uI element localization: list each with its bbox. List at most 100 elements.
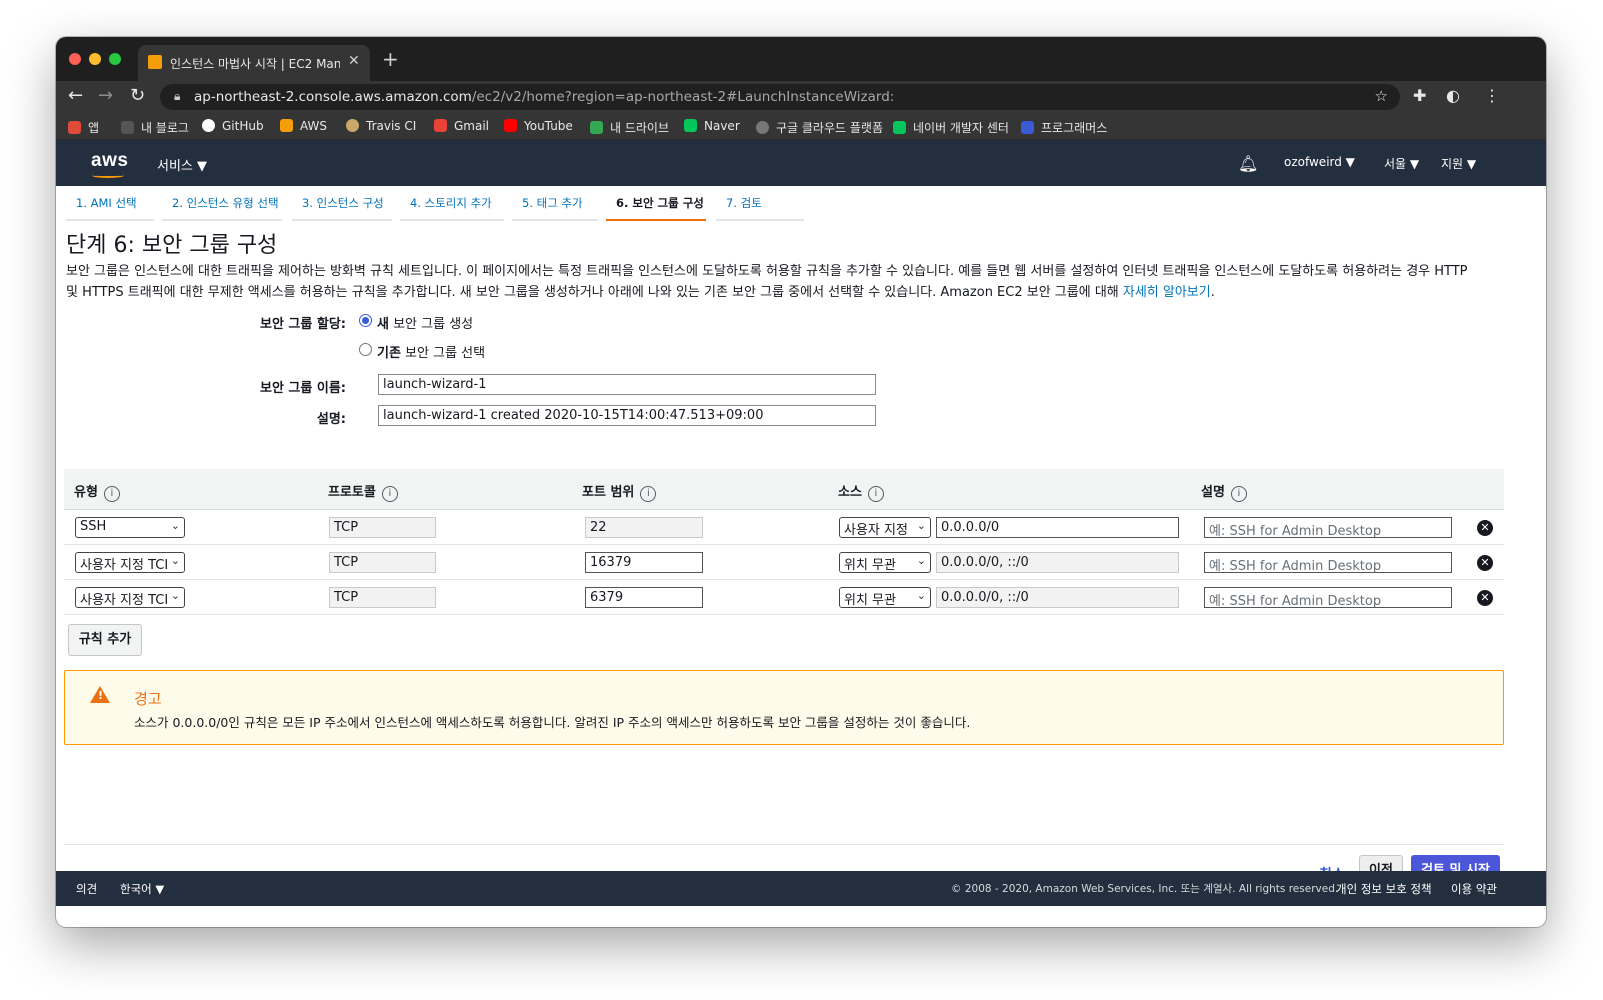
group-desc-input[interactable]: launch-wizard-1 created 2020-10-15T14:00…: [378, 405, 876, 426]
step-configure[interactable]: 3. 인스턴스 구성: [292, 195, 392, 221]
browser-window: 인스턴스 마법사 시작 | EC2 Manag ✕ + ← → ↻ 🔒︎ ap-…: [56, 37, 1546, 927]
url-path: /ec2/v2/home?region=ap-northeast-2#Launc…: [471, 89, 895, 105]
region-menu[interactable]: 서울 ▼: [1384, 155, 1419, 172]
profile-icon[interactable]: ◐: [1446, 86, 1460, 105]
bookmark-gmail[interactable]: Gmail: [434, 119, 489, 133]
info-icon[interactable]: i: [640, 486, 657, 502]
table-row: 사용자 지정 TCI ⌄ TCP 6379 위치 무관 ⌄ 0.0.0.0/0, :…: [64, 580, 1504, 615]
info-icon[interactable]: i: [867, 486, 884, 502]
type-select[interactable]: 사용자 지정 TCI ⌄: [75, 552, 185, 573]
zoom-window-button[interactable]: [109, 53, 121, 65]
bookmark-naver[interactable]: Naver: [684, 119, 740, 133]
tab-title: 인스턴스 마법사 시작 | EC2 Manag: [170, 57, 340, 71]
chevron-down-icon: ⌄: [916, 554, 926, 567]
back-icon[interactable]: ←: [68, 85, 83, 106]
step-security-group[interactable]: 6. 보안 그룹 구성: [606, 195, 706, 221]
rule-description-input[interactable]: 예: SSH for Admin Desktop: [1204, 517, 1452, 538]
bookmark-label: 내 블로그: [141, 121, 189, 135]
bookmark-label: GitHub: [222, 119, 264, 133]
group-desc-label: 설명:: [316, 412, 346, 427]
group-name-input[interactable]: launch-wizard-1: [378, 374, 876, 395]
step-ami[interactable]: 1. AMI 선택: [66, 195, 154, 221]
info-icon[interactable]: i: [103, 486, 120, 502]
tab-close-icon[interactable]: ✕: [348, 53, 360, 69]
bell-icon[interactable]: 🔔︎: [1238, 154, 1258, 173]
radio-new-group[interactable]: [359, 314, 372, 327]
bookmark-github[interactable]: GitHub: [202, 119, 264, 133]
remove-rule-icon[interactable]: ✕: [1477, 590, 1493, 606]
info-icon[interactable]: i: [381, 486, 398, 502]
privacy-link[interactable]: 개인 정보 보호 정책: [1336, 881, 1432, 897]
bookmark-aws[interactable]: AWS: [280, 119, 327, 133]
chevron-down-icon: ⌄: [916, 589, 926, 602]
remove-rule-icon[interactable]: ✕: [1477, 520, 1493, 536]
chevron-down-icon: ⌄: [170, 589, 180, 602]
info-icon[interactable]: i: [1230, 486, 1247, 502]
bookmark-label: 프로그래머스: [1041, 121, 1108, 135]
radio-existing-group[interactable]: [359, 343, 372, 356]
aws-logo-smile: [92, 173, 124, 178]
type-select[interactable]: 사용자 지정 TCI ⌄: [75, 587, 185, 608]
terms-link[interactable]: 이용 약관: [1451, 881, 1497, 897]
navigation-bar: ← → ↻ 🔒︎ ap-northeast-2.console.aws.amaz…: [56, 81, 1546, 113]
bookmark-gcp[interactable]: 구글 클라우드 플랫폼: [756, 119, 883, 136]
url-host: ap-northeast-2.console.aws.amazon.com: [194, 89, 472, 105]
port-input[interactable]: 16379: [585, 552, 703, 573]
step-tags[interactable]: 5. 태그 추가: [512, 195, 598, 221]
bookmarks-bar: 앱 내 블로그 GitHub AWS Travis CI Gmail YouTu…: [56, 113, 1546, 140]
new-tab-icon[interactable]: +: [382, 47, 399, 71]
bookmark-drive[interactable]: 내 드라이브: [590, 119, 669, 136]
header-description: 설명 i: [1201, 481, 1247, 502]
group-name-label: 보안 그룹 이름:: [259, 381, 346, 396]
aws-footer: 의견 한국어 ▼ © 2008 - 2020, Amazon Web Servi…: [56, 871, 1546, 906]
forward-icon[interactable]: →: [98, 85, 113, 106]
reload-icon[interactable]: ↻: [130, 85, 145, 106]
bookmark-programmers[interactable]: 프로그래머스: [1021, 119, 1107, 136]
bookmark-naver-dev[interactable]: 네이버 개발자 센터: [893, 119, 1009, 136]
source-type-select[interactable]: 사용자 지정 ⌄: [839, 517, 931, 538]
aws-logo[interactable]: aws: [91, 150, 128, 172]
step-storage[interactable]: 4. 스토리지 추가: [400, 195, 504, 221]
remove-rule-icon[interactable]: ✕: [1477, 555, 1493, 571]
type-select[interactable]: SSH ⌄: [75, 517, 185, 538]
source-type-value: 위치 무관: [844, 558, 896, 573]
browser-tab[interactable]: 인스턴스 마법사 시작 | EC2 Manag ✕: [138, 45, 370, 81]
chevron-down-icon: ⌄: [916, 519, 926, 532]
page-title: 단계 6: 보안 그룹 구성: [66, 233, 278, 258]
radio-new-label[interactable]: 새 보안 그룹 생성: [377, 313, 473, 332]
source-field: 0.0.0.0/0, ::/0: [936, 552, 1179, 573]
table-row: SSH ⌄ TCP 22 사용자 지정 ⌄ 0.0.0.0/0 예: SSH for…: [64, 510, 1504, 545]
menu-kebab-icon[interactable]: ⋮: [1484, 86, 1500, 105]
header-type-label: 유형: [74, 485, 98, 500]
bookmark-youtube[interactable]: YouTube: [504, 119, 573, 133]
source-type-select[interactable]: 위치 무관 ⌄: [839, 552, 931, 573]
source-field: 0.0.0.0/0, ::/0: [936, 587, 1179, 608]
bookmark-travis[interactable]: Travis CI: [346, 119, 416, 133]
extensions-icon[interactable]: ✚: [1413, 86, 1426, 105]
port-input[interactable]: 6379: [585, 587, 703, 608]
description-text: 보안 그룹은 인스턴스에 대한 트래픽을 제어하는 방화벽 규칙 세트입니다. …: [66, 264, 1468, 300]
warning-alert: 경고 소스가 0.0.0.0/0인 규칙은 모든 IP 주소에서 인스턴스에 액…: [64, 670, 1504, 745]
feedback-link[interactable]: 의견: [76, 881, 97, 897]
bookmark-apps[interactable]: 앱: [68, 119, 99, 136]
radio-existing-label[interactable]: 기존 보안 그룹 선택: [377, 342, 485, 361]
rule-description-input[interactable]: 예: SSH for Admin Desktop: [1204, 552, 1452, 573]
bookmark-star-icon[interactable]: ☆: [1375, 87, 1388, 105]
step-instance-type[interactable]: 2. 인스턴스 유형 선택: [162, 195, 282, 221]
minimize-window-button[interactable]: [89, 53, 101, 65]
bookmark-label: YouTube: [524, 119, 573, 133]
rule-description-input[interactable]: 예: SSH for Admin Desktop: [1204, 587, 1452, 608]
source-type-select[interactable]: 위치 무관 ⌄: [839, 587, 931, 608]
language-select[interactable]: 한국어 ▼: [120, 881, 164, 897]
step-review[interactable]: 7. 검토: [716, 195, 804, 221]
source-input[interactable]: 0.0.0.0/0: [936, 517, 1179, 538]
header-protocol: 프로토콜 i: [328, 481, 398, 502]
add-rule-button[interactable]: 규칙 추가: [68, 624, 142, 656]
learn-more-link[interactable]: 자세히 알아보기: [1123, 285, 1211, 300]
services-menu[interactable]: 서비스 ▼: [157, 155, 207, 174]
support-menu[interactable]: 지원 ▼: [1441, 155, 1476, 172]
account-menu[interactable]: ozofweird ▼: [1284, 155, 1355, 169]
address-bar[interactable]: 🔒︎ ap-northeast-2.console.aws.amazon.com…: [160, 84, 1400, 110]
close-window-button[interactable]: [69, 53, 81, 65]
bookmark-blog[interactable]: 내 블로그: [121, 119, 189, 136]
